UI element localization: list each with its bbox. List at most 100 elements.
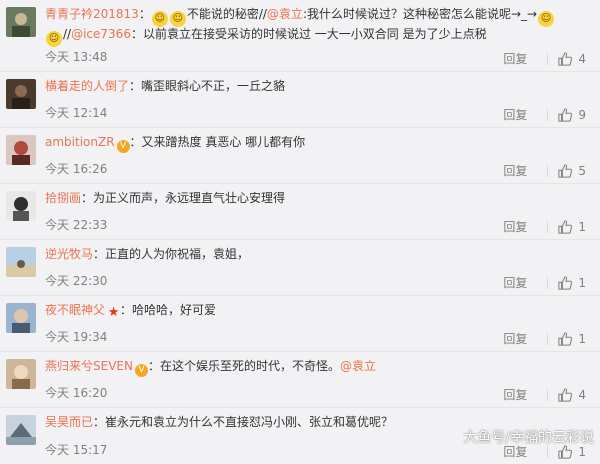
like-button[interactable]: 9 [558,108,586,122]
thumbs-up-icon [558,331,573,346]
comment-item: 燕归来兮SEVEN V ：在这个娱乐至死的时代，不奇怪。@袁立 今天 16:20 回… [0,352,600,408]
comment-actions: 回复 5 [503,162,586,179]
avatar[interactable] [6,135,36,165]
comment-line-1: 逆光牧马：正直的人为你祝福，袁姐， [45,246,592,262]
username[interactable]: 燕归来兮SEVEN [45,359,133,373]
reply-button[interactable]: 回复 [503,274,547,291]
like-button[interactable]: 5 [558,164,586,178]
comment-line-1: 横着走的人倒了：嘴歪眼斜心不正，一丘之貉 [45,78,592,94]
comment-time: 今天 16:26 [45,162,108,176]
like-button[interactable]: 1 [558,220,586,234]
username[interactable]: ambitionZR [45,135,115,149]
comment-actions: 回复 1 [503,218,586,235]
vip-badge-icon: V [116,140,130,153]
comment-time: 今天 22:33 [45,218,108,232]
comment-text: ：嘴歪眼斜心不正，一丘之貉 [129,79,286,93]
username[interactable]: 吴昊而已 [45,415,93,429]
comment-line-1: 拾捌画：为正义而声，永远理直气壮心安理得 [45,190,592,206]
avatar[interactable] [6,359,36,389]
comment-text: ：崔永元和袁立为什么不直接怼冯小刚、张立和葛优呢？ [93,415,394,429]
comment-actions: 回复 1 [503,330,586,347]
like-count: 9 [578,107,586,122]
thumbs-up-icon [558,275,573,290]
comment-text: 不能说的秘密// [186,7,267,21]
comment-text: ：哈哈哈，好可爱 [120,303,217,317]
mention-link[interactable]: @袁立 [267,7,303,21]
username[interactable]: 拾捌画 [45,191,81,205]
comment-time: 今天 16:20 [45,386,108,400]
comment-time: 今天 19:34 [45,330,108,344]
avatar[interactable] [6,191,36,221]
divider [547,52,549,65]
like-button[interactable]: 1 [558,276,586,290]
comment-text: ：以前袁立在接受采访的时候说过 一大一小双合同 是为了少上点税 [130,27,487,41]
comment-actions: 回复 1 [503,274,586,291]
comment-actions: 回复 4 [503,386,586,403]
avatar[interactable] [6,79,36,109]
emoji-icon: ☺ [538,11,555,27]
like-button[interactable]: 1 [558,332,586,346]
comment-item: 横着走的人倒了：嘴歪眼斜心不正，一丘之貉 今天 12:14 回复 9 [0,72,600,128]
comment-line-1: ambitionZR V ：又来蹭热度 真恶心 哪儿都有你 [45,134,592,153]
divider [547,276,549,289]
comment-text: ： [138,7,151,21]
divider [547,108,549,121]
reply-button[interactable]: 回复 [503,106,547,123]
username[interactable]: 逆光牧马 [45,247,93,261]
comment-time: 今天 15:17 [45,443,108,457]
comment-list: 青青子衿201813： ☺ ☺ 不能说的秘密//@袁立:我什么时候说过？这种秘密怎么能… [0,0,600,464]
comment-text: ：正直的人为你祝福，袁姐， [93,247,250,261]
comment-item: 拾捌画：为正义而声，永远理直气壮心安理得 今天 22:33 回复 1 [0,184,600,240]
like-button[interactable]: 4 [558,388,586,402]
mention-link[interactable]: @袁立 [340,359,376,373]
comment-text: ：在这个娱乐至死的时代，不奇怪。 [147,359,340,373]
like-count: 1 [578,331,586,346]
like-count: 1 [578,275,586,290]
username[interactable]: 横着走的人倒了 [45,79,129,93]
divider [547,220,549,233]
watermark: 大鱼号/幸福的云彩说 [463,430,594,446]
comment-item: 青青子衿201813： ☺ ☺ 不能说的秘密//@袁立:我什么时候说过？这种秘密怎么能… [0,0,600,72]
mention-link[interactable]: @ice7366 [71,27,131,41]
reply-button[interactable]: 回复 [503,162,547,179]
reply-button[interactable]: 回复 [503,386,547,403]
avatar[interactable] [6,7,36,37]
comment-time: 今天 13:48 [45,50,108,64]
thumbs-up-icon [558,107,573,122]
comment-text: :我什么时候说过？这种秘密怎么能说呢→_→ [302,7,538,21]
star-badge-icon: ★ [107,305,120,319]
comment-line-1: 青青子衿201813： ☺ ☺ 不能说的秘密//@袁立:我什么时候说过？这种秘密怎么能… [45,6,592,27]
comment-line-1: 夜不眠神父 ★：哈哈哈，好可爱 [45,302,592,319]
thumbs-up-icon [558,51,573,66]
comment-text: ：又来蹭热度 真恶心 哪儿都有你 [129,135,306,149]
like-count: 4 [578,51,586,66]
like-count: 4 [578,387,586,402]
vip-badge-icon: V [134,364,148,377]
emoji-icon: ☺ [169,11,186,27]
comment-item: ambitionZR V ：又来蹭热度 真恶心 哪儿都有你 今天 16:26 回复 … [0,128,600,184]
comment-text: ：为正义而声，永远理直气壮心安理得 [81,191,286,205]
avatar[interactable] [6,247,36,277]
comment-time: 今天 12:14 [45,106,108,120]
emoji-icon: ☺ [46,31,62,47]
username[interactable]: 夜不眠神父 [45,303,105,317]
comment-text: // [63,27,72,41]
thumbs-up-icon [558,163,573,178]
reply-button[interactable]: 回复 [503,50,547,67]
comment-item: 夜不眠神父 ★：哈哈哈，好可爱 今天 19:34 回复 1 [0,296,600,352]
comment-actions: 回复 9 [503,106,586,123]
thumbs-up-icon [558,219,573,234]
comment-line-2: ☺//@ice7366：以前袁立在接受采访的时候说过 一大一小双合同 是为了少上… [45,26,592,47]
comment-time: 今天 22:30 [45,274,108,288]
reply-button[interactable]: 回复 [503,330,547,347]
avatar[interactable] [6,303,36,333]
divider [547,388,549,401]
thumbs-up-icon [558,387,573,402]
reply-button[interactable]: 回复 [503,218,547,235]
divider [547,445,549,458]
divider [547,164,549,177]
avatar[interactable] [6,415,36,445]
username[interactable]: 青青子衿201813 [45,7,139,21]
like-button[interactable]: 4 [558,52,586,66]
emoji-icon: ☺ [151,11,168,27]
